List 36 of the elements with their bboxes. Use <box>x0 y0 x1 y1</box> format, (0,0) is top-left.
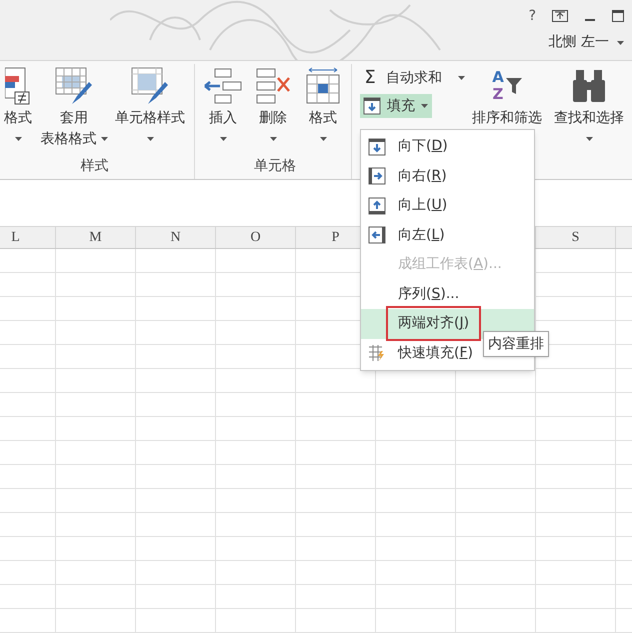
column-header[interactable]: O <box>216 227 296 248</box>
cell-style-icon <box>130 66 170 106</box>
arrow-down-icon <box>368 138 386 156</box>
group-label: 样式 <box>80 157 108 176</box>
insert-cells-icon <box>203 66 243 106</box>
arrow-right-icon <box>368 167 386 186</box>
arrow-left-icon <box>368 226 386 244</box>
caret-icon <box>421 104 428 108</box>
column-header[interactable]: N <box>136 227 216 248</box>
menu-item[interactable]: 序列(S)... <box>361 280 534 309</box>
conditional-format-icon <box>5 66 31 106</box>
group-label: 单元格 <box>254 157 296 176</box>
user-account[interactable]: 北恻 左一 <box>548 32 624 53</box>
table-style-icon <box>54 66 94 106</box>
ribbon-button[interactable]: 格式 <box>299 64 347 150</box>
ribbon-display-icon[interactable] <box>552 10 568 22</box>
flash-fill-icon <box>368 344 386 362</box>
arrow-up-icon <box>368 196 386 215</box>
column-header[interactable]: L <box>0 227 56 248</box>
ribbon-button[interactable]: 查找和选择 <box>550 64 628 179</box>
caret-icon <box>617 40 624 44</box>
autosum-button[interactable]: Σ 自动求和 <box>360 66 468 90</box>
help-icon[interactable]: ? <box>528 6 536 26</box>
ribbon-button[interactable]: 删除 <box>249 64 297 150</box>
caret-icon <box>458 76 465 80</box>
arrow-down-icon <box>363 97 381 115</box>
fill-button[interactable]: 填充 <box>360 94 432 118</box>
ribbon-button[interactable]: 格式 <box>0 64 36 150</box>
column-header[interactable]: M <box>56 227 136 248</box>
maximize-icon[interactable] <box>612 10 624 22</box>
ribbon-button[interactable]: 套用 表格格式 <box>38 64 110 150</box>
column-header[interactable]: S <box>536 227 616 248</box>
tooltip: 内容重排 <box>483 331 549 357</box>
menu-item[interactable]: 向上(U) <box>361 191 534 220</box>
ribbon-button[interactable]: 单元格样式 <box>110 64 190 150</box>
ribbon-button[interactable]: 插入 <box>199 64 247 150</box>
